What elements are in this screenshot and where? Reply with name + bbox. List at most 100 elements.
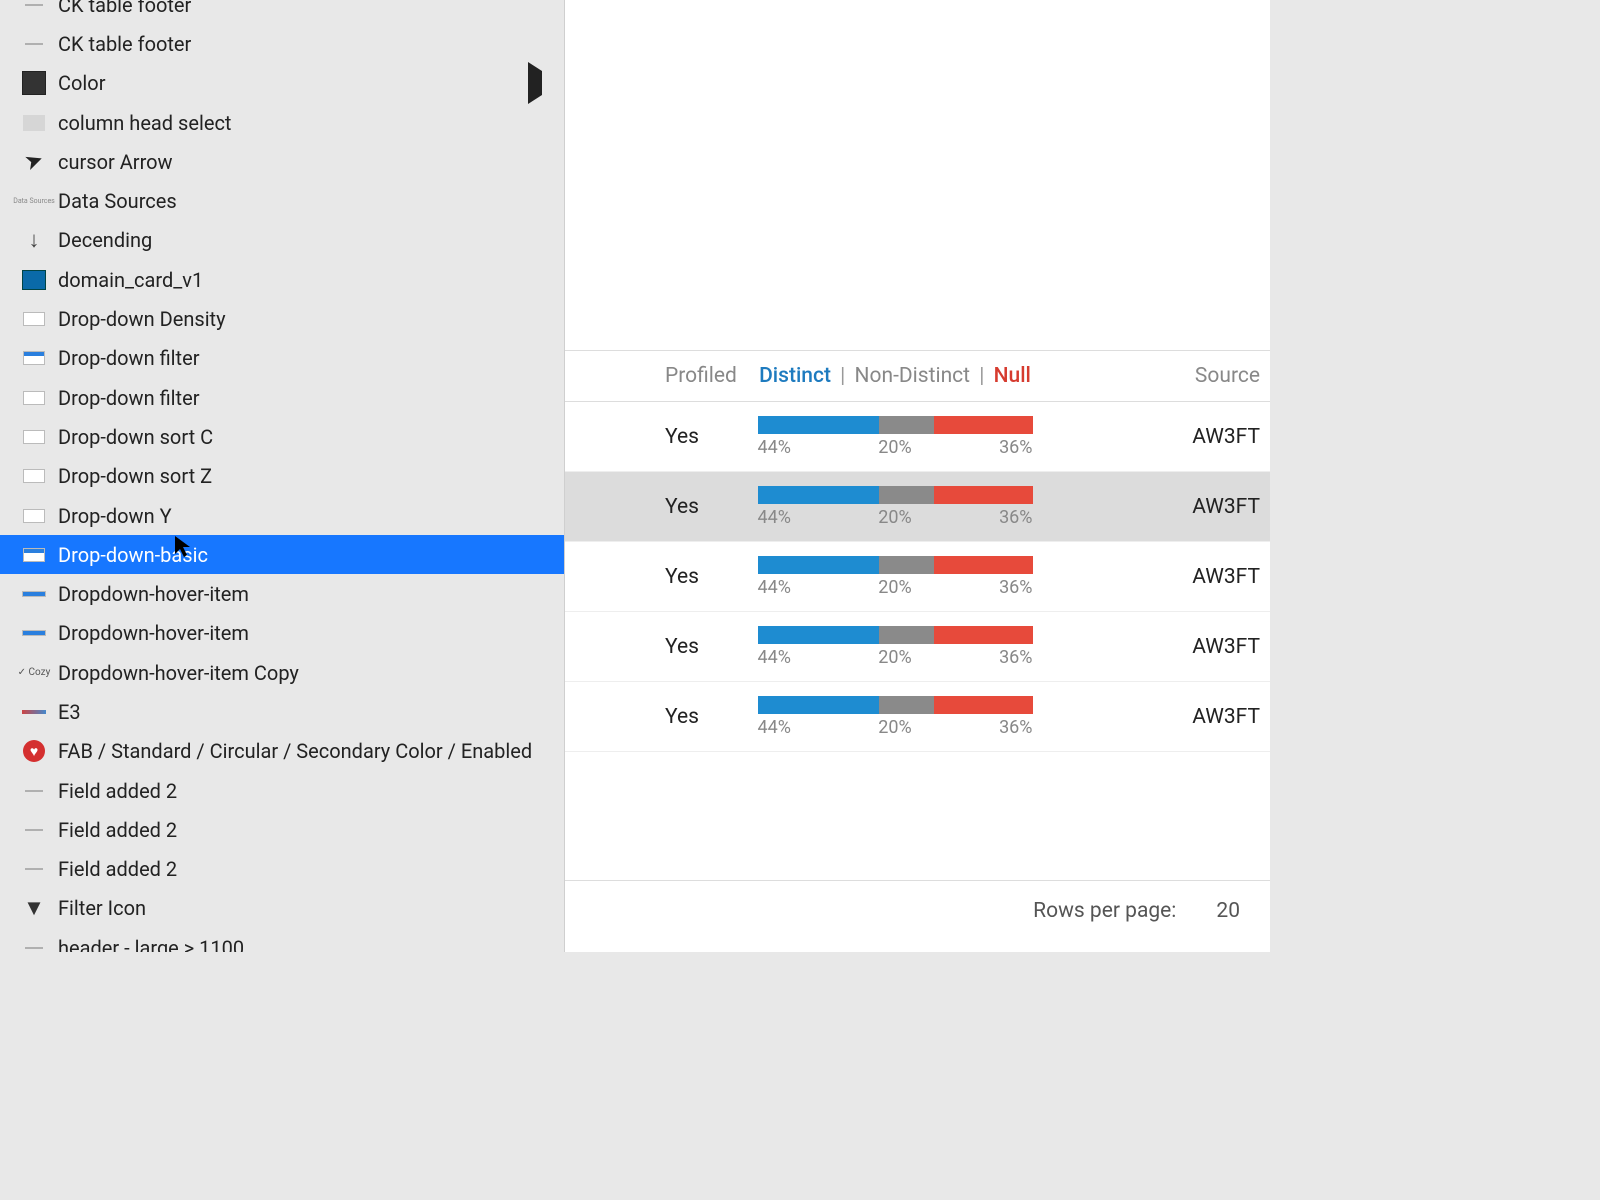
- bar-nondistinct: [879, 696, 934, 714]
- sidebar-item-cursor-arrow[interactable]: ➤cursor Arrow: [0, 142, 564, 181]
- sidebar-item-decending[interactable]: ↓Decending: [0, 221, 564, 260]
- bar-distinct: [758, 696, 879, 714]
- sidebar-item-drop-down-y[interactable]: Drop-down Y: [0, 496, 564, 535]
- table-row[interactable]: Yes 44% 20% 36% AW3FT: [565, 402, 1270, 472]
- sidebar: CK table footer CK table footer Color colum…: [0, 0, 565, 952]
- sidebar-item-label: FAB / Standard / Circular / Secondary Co…: [58, 739, 532, 763]
- header-null: Null: [994, 364, 1031, 388]
- pct-null: 36%: [999, 717, 1032, 738]
- table-row[interactable]: Yes44%20%36%AW3FT: [565, 542, 1270, 612]
- cell-profiled: Yes: [565, 635, 745, 659]
- rows-per-page-value[interactable]: 20: [1216, 899, 1240, 923]
- bar-nondistinct: [879, 626, 934, 644]
- sidebar-item-label: domain_card_v1: [58, 268, 203, 292]
- sidebar-item-ck-table-footer[interactable]: CK table footer: [0, 24, 564, 63]
- col-header-profiled[interactable]: Profiled: [565, 364, 745, 388]
- sidebar-item-dropdown-hover-item[interactable]: Dropdown-hover-item: [0, 614, 564, 653]
- col-header-source[interactable]: Source: [1045, 364, 1270, 388]
- bar-null: [934, 416, 1033, 434]
- sidebar-item-label: Filter Icon: [58, 896, 146, 920]
- distribution-bar: [758, 416, 1033, 434]
- table-row[interactable]: Yes44%20%36%AW3FT: [565, 472, 1270, 542]
- table-row[interactable]: Yes44%20%36%AW3FT: [565, 612, 1270, 682]
- arrow-down-icon: ↓: [20, 226, 48, 254]
- cell-distribution: 44%20%36%: [745, 696, 1045, 738]
- sidebar-item-color[interactable]: Color: [0, 64, 564, 103]
- bar-nondistinct: [879, 416, 934, 434]
- sidebar-item-label: Dropdown-hover-item Copy: [58, 661, 299, 685]
- cell-distribution: 44%20%36%: [745, 486, 1045, 528]
- dropdown-blue-icon: [20, 541, 48, 569]
- dash-icon: [20, 777, 48, 805]
- sidebar-item-ck-table-footer[interactable]: CK table footer: [0, 0, 564, 24]
- sidebar-item-label: Data Sources: [58, 189, 177, 213]
- pct-nondistinct: 20%: [878, 437, 911, 458]
- pct-nondistinct: 20%: [878, 647, 911, 668]
- tiny-text-icon: Data Sources: [20, 187, 48, 215]
- sidebar-item-label: column head select: [58, 111, 231, 135]
- sidebar-item-label: Color: [58, 71, 105, 95]
- dropdown-icon: [20, 384, 48, 412]
- bar-distinct: [758, 416, 879, 434]
- sidebar-item-fab-standard-circular-secondary-color-enabled[interactable]: ♥FAB / Standard / Circular / Secondary C…: [0, 732, 564, 771]
- sidebar-item-drop-down-sort-z[interactable]: Drop-down sort Z: [0, 457, 564, 496]
- cell-source: AW3FT: [1045, 495, 1270, 519]
- sidebar-item-filter-icon[interactable]: ▼Filter Icon: [0, 889, 564, 928]
- sidebar-item-e3[interactable]: E3: [0, 692, 564, 731]
- bar-null: [934, 486, 1033, 504]
- bar-null: [934, 556, 1033, 574]
- sidebar-item-label: Drop-down sort Z: [58, 464, 212, 488]
- sidebar-item-label: Dropdown-hover-item: [58, 582, 249, 606]
- dropdown-icon: [20, 305, 48, 333]
- cell-source: AW3FT: [1045, 565, 1270, 589]
- dropdown-icon: [20, 423, 48, 451]
- pct-null: 36%: [999, 437, 1032, 458]
- sidebar-item-label: Drop-down-basic: [58, 543, 208, 567]
- check-cozy-icon: ✓ Cozy: [20, 659, 48, 687]
- sidebar-item-drop-down-basic[interactable]: Drop-down-basic: [0, 535, 564, 574]
- cell-profiled: Yes: [565, 705, 745, 729]
- sidebar-item-label: Drop-down filter: [58, 386, 199, 410]
- dropdown-icon: [20, 462, 48, 490]
- sidebar-item-data-sources[interactable]: Data Sources Data Sources: [0, 181, 564, 220]
- sidebar-item-drop-down-filter[interactable]: Drop-down filter: [0, 339, 564, 378]
- sidebar-item-column-head-select[interactable]: column head select: [0, 103, 564, 142]
- sidebar-item-field-added-2[interactable]: Field added 2: [0, 771, 564, 810]
- bar-nondistinct: [879, 556, 934, 574]
- dash-icon: [20, 30, 48, 58]
- distribution-bar: [758, 486, 1033, 504]
- dropdown-blue-icon: [20, 344, 48, 372]
- distribution-bar: [758, 556, 1033, 574]
- sidebar-item-header-large-1100[interactable]: header - large > 1100: [0, 928, 564, 952]
- dash-icon: [20, 934, 48, 952]
- dash-icon: [20, 855, 48, 883]
- cell-distribution: 44%20%36%: [745, 556, 1045, 598]
- pct-distinct: 44%: [758, 437, 791, 458]
- distribution-bar: [758, 626, 1033, 644]
- sidebar-item-label: E3: [58, 700, 81, 724]
- pct-distinct: 44%: [758, 577, 791, 598]
- distribution-bar: [758, 696, 1033, 714]
- sidebar-item-dropdown-hover-item-copy[interactable]: ✓ Cozy Dropdown-hover-item Copy: [0, 653, 564, 692]
- col-header-distribution[interactable]: Distinct | Non-Distinct | Null: [745, 364, 1045, 388]
- pct-null: 36%: [999, 577, 1032, 598]
- submenu-arrow-icon: [528, 71, 542, 95]
- e3-icon: [20, 698, 48, 726]
- sidebar-item-label: Dropdown-hover-item: [58, 621, 249, 645]
- sidebar-item-field-added-2[interactable]: Field added 2: [0, 850, 564, 889]
- sidebar-item-field-added-2[interactable]: Field added 2: [0, 810, 564, 849]
- table-row[interactable]: Yes44%20%36%AW3FT: [565, 682, 1270, 752]
- sidebar-item-drop-down-sort-c[interactable]: Drop-down sort C: [0, 417, 564, 456]
- main-canvas: Profiled Distinct | Non-Distinct | Null …: [565, 0, 1270, 952]
- sidebar-item-label: CK table footer: [58, 0, 191, 17]
- cell-source: AW3FT: [1045, 425, 1270, 449]
- sidebar-item-label: Drop-down Density: [58, 307, 226, 331]
- sidebar-item-drop-down-density[interactable]: Drop-down Density: [0, 299, 564, 338]
- cell-profiled: Yes: [565, 425, 745, 449]
- cell-profiled: Yes: [565, 565, 745, 589]
- sidebar-item-label: Drop-down Y: [58, 504, 172, 528]
- table-header-row: Profiled Distinct | Non-Distinct | Null …: [565, 350, 1270, 402]
- sidebar-item-dropdown-hover-item[interactable]: Dropdown-hover-item: [0, 574, 564, 613]
- sidebar-item-drop-down-filter[interactable]: Drop-down filter: [0, 378, 564, 417]
- sidebar-item-domain-card-v1[interactable]: domain_card_v1: [0, 260, 564, 299]
